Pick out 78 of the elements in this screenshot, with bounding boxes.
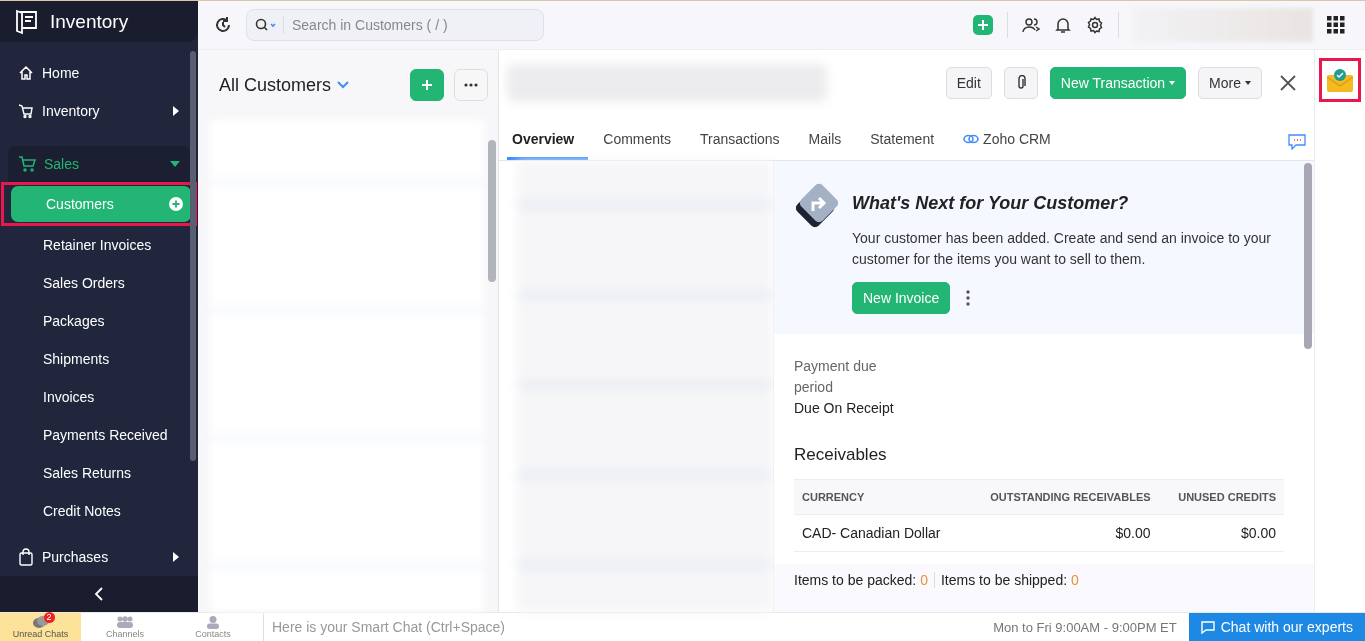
app-title: Inventory	[50, 10, 129, 33]
kebab-menu-icon[interactable]	[966, 290, 971, 306]
list-title[interactable]: All Customers	[219, 74, 332, 96]
nav-item[interactable]: Retainer Invoices	[8, 226, 190, 265]
table-cell: $0.00	[964, 514, 1159, 552]
caret-icon	[172, 106, 180, 117]
column-header: OUTSTANDING RECEIVABLES	[964, 479, 1159, 515]
attach-button[interactable]	[1003, 67, 1038, 99]
tab[interactable]: Comments	[598, 121, 685, 160]
field-label: Payment due period	[794, 357, 878, 397]
tab[interactable]: Zoho CRM	[958, 121, 1065, 160]
bell-icon[interactable]	[1054, 16, 1072, 34]
plus-icon	[977, 19, 989, 31]
tab[interactable]: Mails	[803, 121, 856, 160]
unread-badge: 2	[43, 611, 55, 623]
nav-item[interactable]: Payments Received	[8, 416, 190, 455]
chat-icon	[1200, 620, 1215, 634]
scrollbar[interactable]	[190, 51, 196, 461]
add-button[interactable]	[410, 69, 444, 101]
settings-icon[interactable]	[1086, 16, 1104, 34]
history-icon[interactable]	[214, 16, 232, 34]
chat-button[interactable]: Chat with our experts	[1188, 613, 1365, 641]
card-title: What's Next for Your Customer?	[852, 193, 1130, 214]
card-text: Your customer has been added. Create and send an invoice to your customer for the items you want to sell to them.	[852, 229, 1272, 269]
add-button[interactable]	[973, 15, 993, 35]
cart-icon	[18, 156, 36, 173]
tab[interactable]: Statement	[865, 121, 949, 160]
table-cell: $0.00	[1158, 514, 1284, 552]
scrollbar[interactable]	[1304, 163, 1312, 349]
more-options-button[interactable]	[454, 69, 488, 101]
close-icon[interactable]	[1280, 75, 1296, 91]
table-cell: CAD- Canadian Dollar	[794, 514, 965, 552]
nav-item[interactable]: Shipments	[8, 340, 190, 379]
nav-item[interactable]: Invoices	[8, 378, 190, 417]
nav-item[interactable]: Credit Notes	[8, 492, 190, 531]
nav-item[interactable]: Sales Orders	[8, 264, 190, 303]
tab[interactable]: Transactions	[694, 121, 794, 160]
nav-item[interactable]: Sales Returns	[8, 454, 190, 493]
plus-icon	[421, 79, 433, 91]
envelope-icon[interactable]	[1326, 67, 1354, 93]
column-header: CURRENCY	[794, 479, 965, 515]
cart-icon	[18, 103, 34, 120]
chat-icon[interactable]	[1288, 134, 1306, 150]
support-hours: Mon to Fri 9:00AM - 9:00PM ET	[992, 619, 1178, 635]
count-label: Items to be packed:	[794, 572, 917, 588]
nav-item[interactable]: Sales	[8, 146, 190, 183]
count-value: 0	[1071, 572, 1079, 588]
more-button[interactable]: More	[1198, 67, 1262, 99]
nav-item[interactable]: Home	[8, 54, 190, 93]
linked-rings-icon	[963, 134, 980, 144]
column-header: UNUSED CREDITS	[1158, 479, 1284, 515]
add-icon[interactable]	[169, 197, 183, 212]
bottom-tab[interactable]: Contacts	[169, 613, 257, 641]
group-icon	[115, 615, 135, 628]
edit-button[interactable]: Edit	[945, 67, 992, 99]
search-field[interactable]: Search in Customers ( / )	[283, 16, 543, 34]
paperclip-icon	[1015, 75, 1026, 91]
scrollbar[interactable]	[488, 140, 496, 282]
count-value: 0	[920, 572, 928, 588]
users-icon[interactable]	[1022, 16, 1040, 34]
count-label: Items to be shipped:	[941, 572, 1068, 588]
nav-item[interactable]: Purchases	[8, 538, 190, 577]
field-value: Due On Receipt	[794, 399, 895, 418]
chevron-down-icon[interactable]	[337, 81, 350, 89]
bottom-tab[interactable]: Channels	[81, 613, 169, 641]
nav-item[interactable]: Packages	[8, 302, 190, 341]
search-icon[interactable]	[255, 18, 277, 32]
search-bar[interactable]: Search in Customers ( / )	[246, 9, 544, 41]
bottom-tab[interactable]: 2 Unread Chats	[0, 613, 81, 641]
caret-icon	[172, 552, 180, 563]
chevron-left-icon	[94, 587, 104, 602]
section-title: Receivables	[794, 445, 888, 465]
nav-item[interactable]: Inventory	[8, 92, 190, 131]
ellipsis-icon	[464, 83, 478, 87]
home-icon	[18, 65, 34, 82]
person-icon	[206, 615, 220, 629]
app-grid-icon[interactable]	[1327, 16, 1345, 34]
bag-icon	[18, 548, 34, 567]
